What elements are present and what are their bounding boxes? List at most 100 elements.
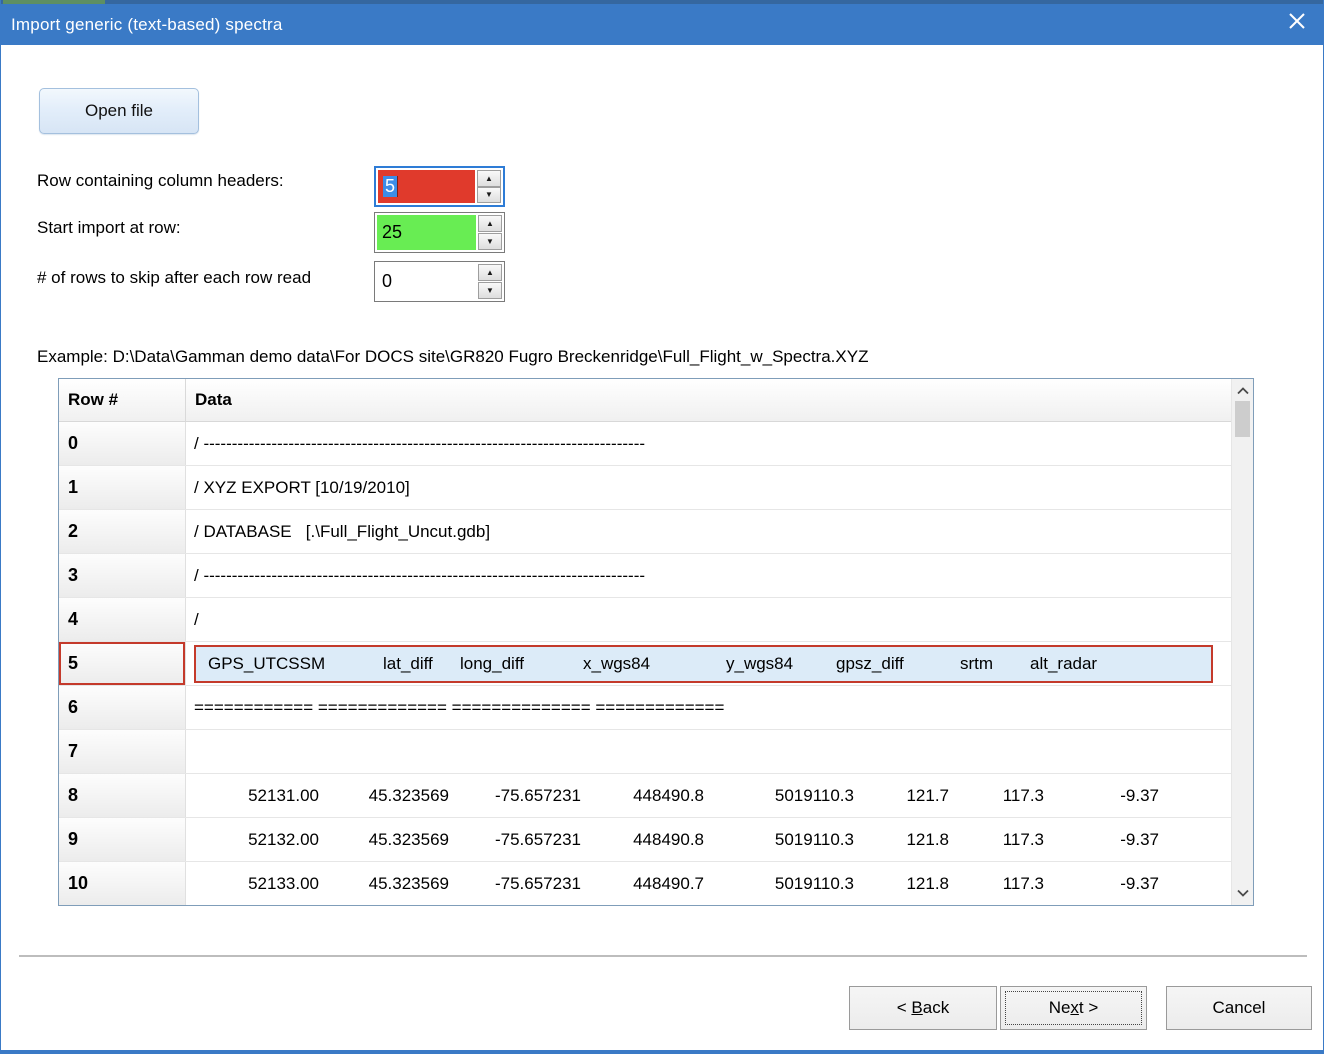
data-text: / <box>194 610 199 630</box>
row-number-cell[interactable]: 6 <box>59 686 186 729</box>
start-row-value-field[interactable]: 25 <box>377 215 476 250</box>
row-number-cell[interactable]: 9 <box>59 818 186 861</box>
data-text: / --------------------------------------… <box>194 566 645 586</box>
data-value: gpsz_diff <box>836 654 960 674</box>
row-data-cell[interactable]: / DATABASE [.\Full_Flight_Uncut.gdb] <box>186 510 1231 553</box>
data-text: / XYZ EXPORT [10/19/2010] <box>194 478 410 498</box>
table-row[interactable]: 0 / -------------------------------------… <box>59 422 1231 466</box>
row-data-cell[interactable]: / <box>186 598 1231 641</box>
scrollbar-down-button[interactable] <box>1232 883 1253 903</box>
table-row[interactable]: 2/ DATABASE [.\Full_Flight_Uncut.gdb] <box>59 510 1231 554</box>
start-row-spinner[interactable]: 25 ▲ ▼ <box>374 212 505 253</box>
start-row-spin-buttons: ▲ ▼ <box>476 215 502 250</box>
spin-down-icon[interactable]: ▼ <box>478 233 502 250</box>
skip-rows-label: # of rows to skip after each row read <box>37 266 353 290</box>
data-value: alt_radar <box>1030 654 1150 674</box>
data-value: 448490.8 <box>581 786 704 806</box>
data-value: -75.657231 <box>449 830 581 850</box>
window-title: Import generic (text-based) spectra <box>1 15 283 35</box>
chevron-up-icon <box>1237 387 1249 395</box>
data-value: y_wgs84 <box>726 654 836 674</box>
spin-up-icon[interactable]: ▲ <box>478 264 502 281</box>
close-icon <box>1286 10 1308 32</box>
horizontal-separator <box>19 955 1307 958</box>
row-number-cell[interactable]: 8 <box>59 774 186 817</box>
row-data-cell[interactable]: 52132.0045.323569-75.657231448490.850191… <box>186 818 1231 861</box>
row-number-cell[interactable]: 3 <box>59 554 186 597</box>
data-text: ============ ============= =============… <box>194 698 724 718</box>
skip-rows-value-field[interactable]: 0 <box>377 264 476 299</box>
row-number: 9 <box>59 829 78 850</box>
data-value: -75.657231 <box>449 874 581 894</box>
import-spectra-dialog: Import generic (text-based) spectra Open… <box>0 0 1324 1054</box>
data-value: 121.8 <box>854 874 949 894</box>
data-value: lat_diff <box>383 654 460 674</box>
selected-header-row-highlight: GPS_UTCSSMlat_difflong_diffx_wgs84y_wgs8… <box>194 645 1213 683</box>
data-value: 52132.00 <box>194 830 319 850</box>
data-value: 117.3 <box>949 830 1044 850</box>
row-number-cell[interactable]: 7 <box>59 730 186 773</box>
row-data-cell[interactable]: GPS_UTCSSMlat_difflong_diffx_wgs84y_wgs8… <box>186 642 1231 685</box>
data-value: long_diff <box>460 654 583 674</box>
table-row[interactable]: 5GPS_UTCSSMlat_difflong_diffx_wgs84y_wgs… <box>59 642 1231 686</box>
spin-down-icon[interactable]: ▼ <box>477 187 501 204</box>
table-row[interactable]: 6 ============ ============= ============… <box>59 686 1231 730</box>
table-row[interactable]: 4/ <box>59 598 1231 642</box>
cancel-button[interactable]: Cancel <box>1166 986 1312 1030</box>
data-value: 121.8 <box>854 830 949 850</box>
header-row-label: Row containing column headers: <box>37 171 284 191</box>
row-number-cell[interactable]: 2 <box>59 510 186 553</box>
data-value: 117.3 <box>949 786 1044 806</box>
data-value: 52131.00 <box>194 786 319 806</box>
table-row[interactable]: 852131.0045.323569-75.657231448490.85019… <box>59 774 1231 818</box>
data-value: 45.323569 <box>319 786 449 806</box>
table-body: 0 / -------------------------------------… <box>59 422 1231 906</box>
header-row-spinner[interactable]: 5 ▲ ▼ <box>374 166 505 207</box>
data-value: 5019110.3 <box>704 786 854 806</box>
close-button[interactable] <box>1285 9 1309 33</box>
row-number-cell[interactable]: 10 <box>59 862 186 905</box>
spin-down-icon[interactable]: ▼ <box>478 282 502 299</box>
data-value: -9.37 <box>1044 786 1159 806</box>
next-button[interactable]: Next > <box>1000 986 1147 1030</box>
column-header-data: Data <box>186 379 1231 421</box>
open-file-button[interactable]: Open file <box>39 88 199 134</box>
scrollbar-thumb[interactable] <box>1235 401 1250 437</box>
row-data-cell[interactable]: 52131.0045.323569-75.657231448490.850191… <box>186 774 1231 817</box>
selected-value: 5 <box>383 176 398 197</box>
spin-up-icon[interactable]: ▲ <box>478 215 502 232</box>
header-row-value-field[interactable]: 5 <box>378 170 475 203</box>
row-number: 6 <box>59 697 78 718</box>
skip-rows-spinner[interactable]: 0 ▲ ▼ <box>374 261 505 302</box>
row-data-cell[interactable]: / XYZ EXPORT [10/19/2010] <box>186 466 1231 509</box>
row-data-cell[interactable]: ============ ============= =============… <box>186 686 1231 729</box>
row-data-cell[interactable]: / --------------------------------------… <box>186 422 1231 465</box>
row-data-cell[interactable]: / --------------------------------------… <box>186 554 1231 597</box>
row-number-cell[interactable]: 1 <box>59 466 186 509</box>
table-row[interactable]: 1052133.0045.323569-75.657231448490.7501… <box>59 862 1231 906</box>
scrollbar-up-button[interactable] <box>1232 381 1253 401</box>
data-value: 448490.7 <box>581 874 704 894</box>
row-number-cell[interactable]: 0 <box>59 422 186 465</box>
vertical-scrollbar[interactable] <box>1231 379 1253 905</box>
preview-table: Row # Data 0/ --------------------------… <box>58 378 1254 906</box>
row-number-cell[interactable]: 4 <box>59 598 186 641</box>
header-row-spin-buttons: ▲ ▼ <box>475 170 501 203</box>
row-data-cell[interactable]: 52133.0045.323569-75.657231448490.750191… <box>186 862 1231 905</box>
skip-rows-spin-buttons: ▲ ▼ <box>476 264 502 299</box>
table-row[interactable]: 9 52132.0045.323569-75.657231448490.85019… <box>59 818 1231 862</box>
example-path-text: Example: D:\Data\Gamman demo data\For DO… <box>37 347 868 367</box>
data-text: / --------------------------------------… <box>194 434 645 454</box>
table-row[interactable]: 7 <box>59 730 1231 774</box>
row-number: 0 <box>59 433 78 454</box>
row-number-cell[interactable]: 5 <box>59 642 186 685</box>
table-row[interactable]: 3 / -------------------------------------… <box>59 554 1231 598</box>
back-button[interactable]: < Back <box>849 986 997 1030</box>
table-row[interactable]: 1 / XYZ EXPORT [10/19/2010] <box>59 466 1231 510</box>
row-data-cell[interactable] <box>186 730 1231 773</box>
data-value: 5019110.3 <box>704 874 854 894</box>
spin-up-icon[interactable]: ▲ <box>477 170 501 187</box>
data-value: 52133.00 <box>194 874 319 894</box>
data-value: 5019110.3 <box>704 830 854 850</box>
data-value: srtm <box>960 654 1030 674</box>
